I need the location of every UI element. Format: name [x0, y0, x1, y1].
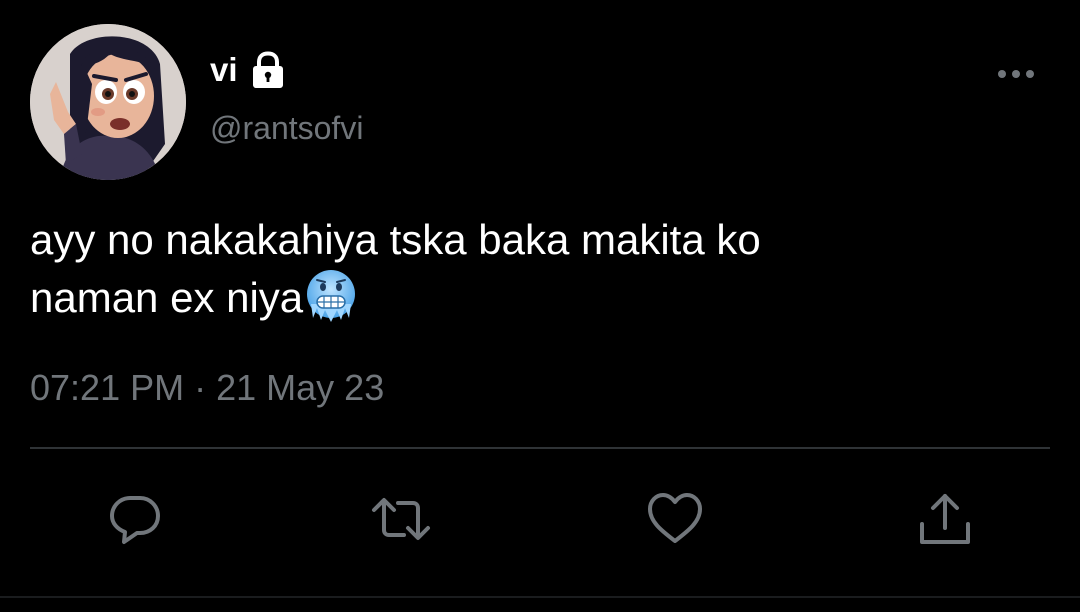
tweet-text-line-1: ayy no nakakahiya tska baka makita ko	[30, 216, 761, 263]
tweet-text: ayy no nakakahiya tska baka makita ko na…	[30, 212, 1030, 326]
retweet-icon	[372, 498, 430, 540]
reply-button[interactable]	[104, 488, 166, 550]
reply-icon	[110, 496, 160, 544]
divider	[30, 447, 1050, 449]
more-icon[interactable]	[994, 62, 1038, 86]
like-icon	[648, 493, 702, 543]
retweet-button[interactable]	[370, 488, 432, 550]
cartoon-avatar-image	[30, 24, 186, 180]
tweet-time: 07:21 PM	[30, 367, 185, 408]
share-button[interactable]	[914, 488, 976, 550]
avatar[interactable]	[30, 24, 186, 180]
cold-face-emoji-icon	[303, 268, 359, 324]
meta-separator: ·	[194, 367, 207, 408]
tweet: vi @rantsofvi ayy no nakakahiya tska bak…	[0, 0, 1080, 612]
author-display-name[interactable]: vi	[210, 51, 238, 89]
tweet-text-line-2-text: naman ex niya	[30, 274, 304, 321]
tweet-text-line-2: naman ex niya	[30, 268, 1030, 326]
author-handle[interactable]: @rantsofvi	[210, 108, 363, 148]
lock-icon	[248, 50, 288, 90]
like-button[interactable]	[644, 488, 706, 550]
author-name-row: vi	[210, 50, 288, 90]
share-icon	[920, 494, 970, 544]
bottom-divider	[0, 596, 1080, 598]
tweet-timestamp[interactable]: 07:21 PM · 21 May 23	[30, 366, 384, 410]
tweet-date: 21 May 23	[216, 367, 385, 408]
